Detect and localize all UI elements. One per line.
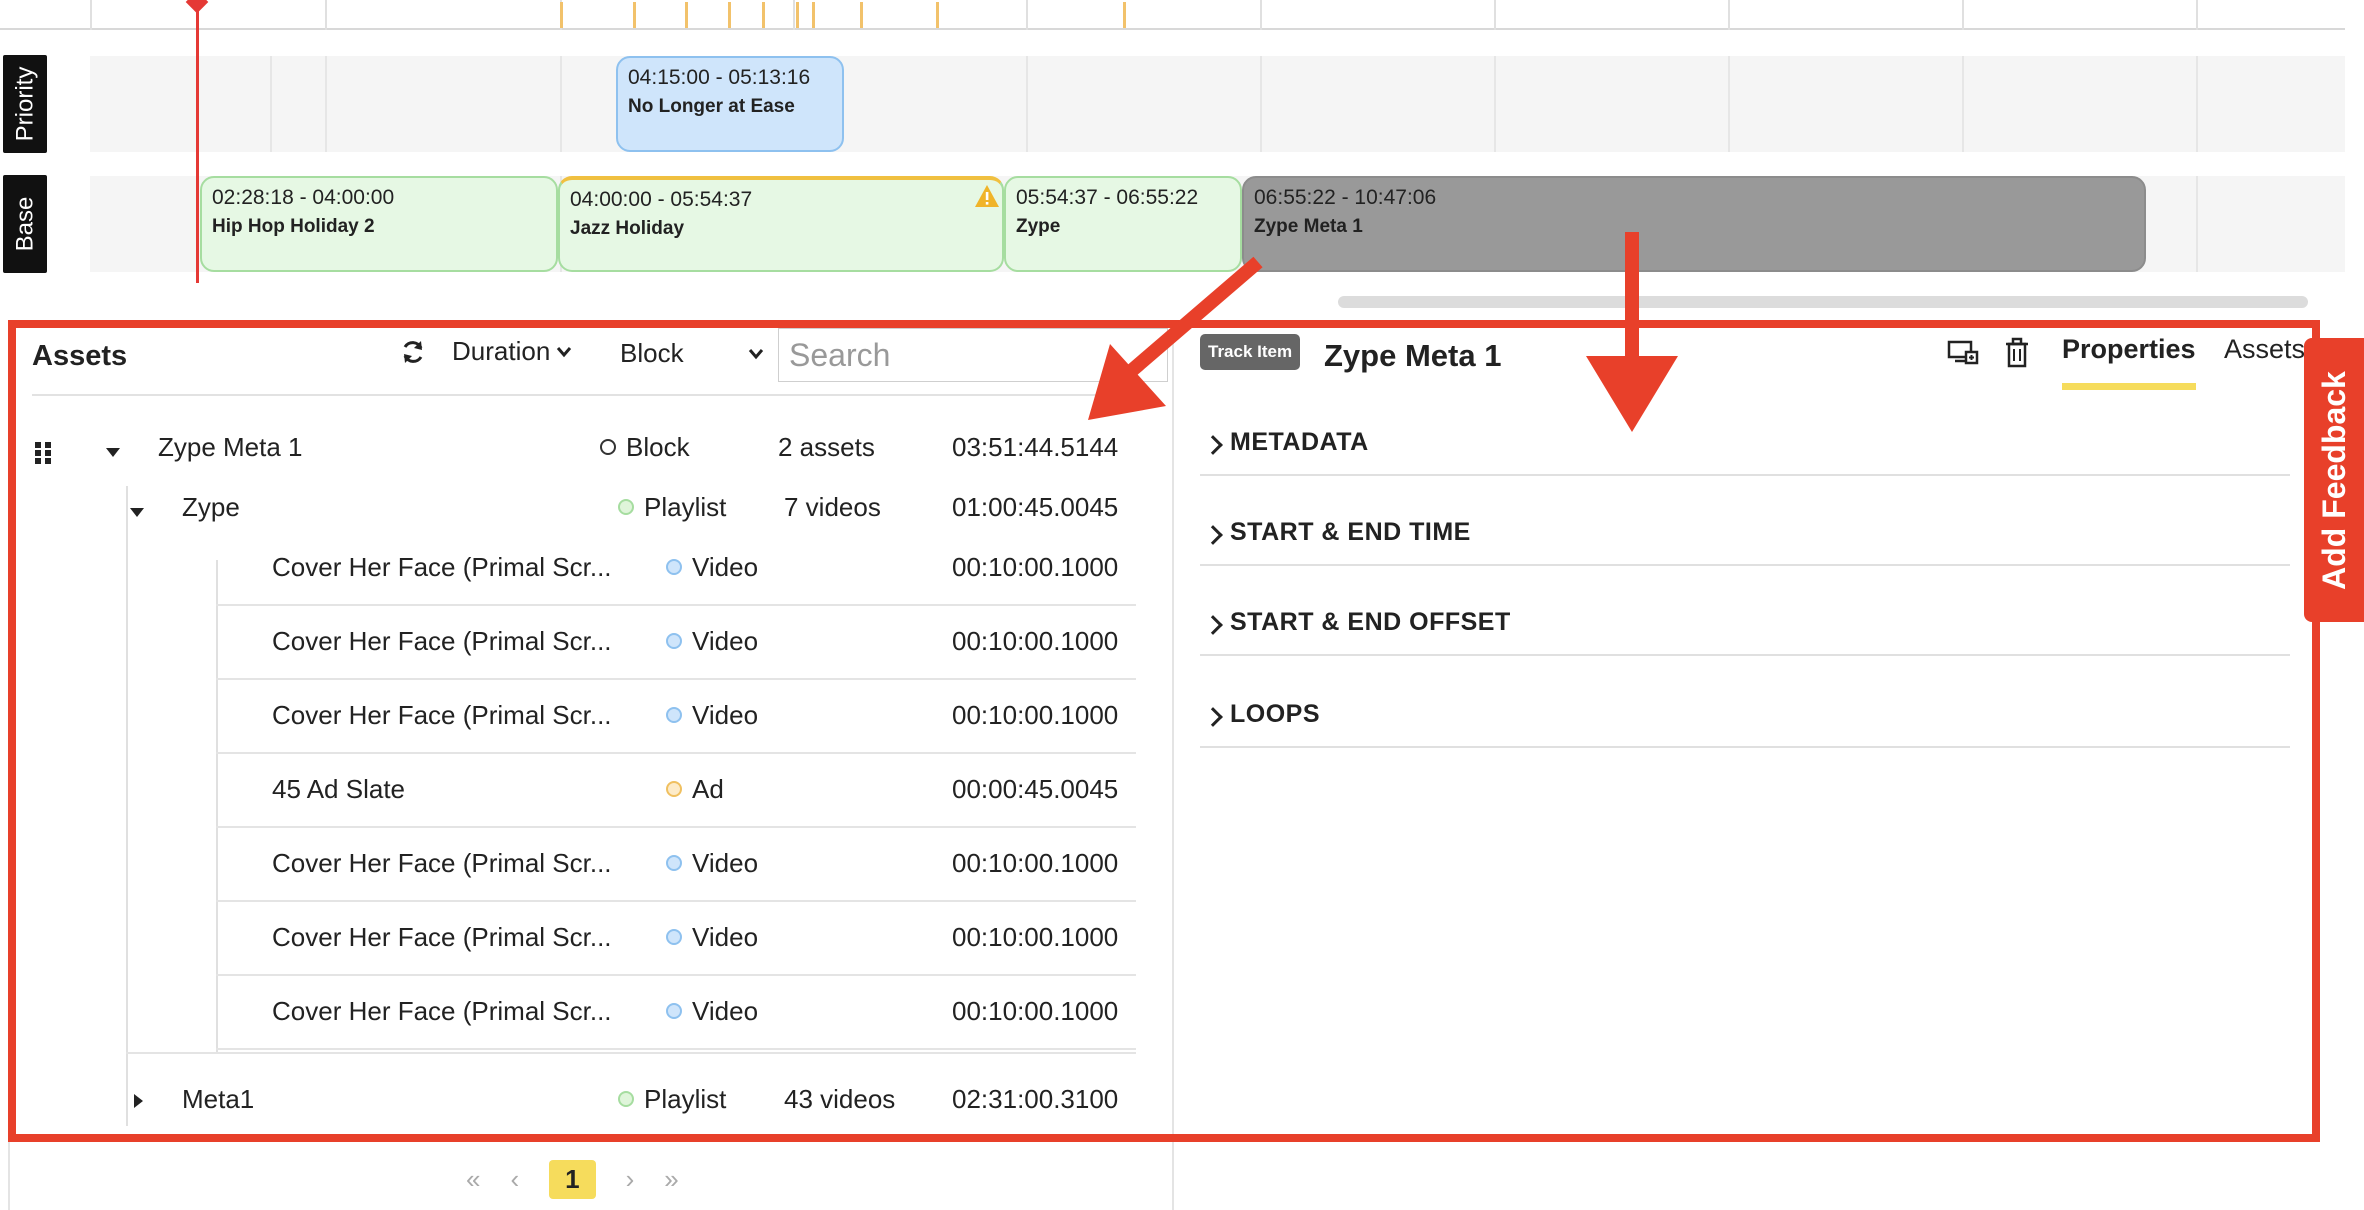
grid-line (2196, 176, 2198, 272)
grid-line (1260, 56, 1262, 152)
grid-line (1728, 56, 1730, 152)
ruler-tick (1494, 0, 1496, 30)
prev-page-button[interactable]: ‹ (510, 1164, 519, 1195)
grid-line (270, 56, 272, 152)
track-label-text: Base (11, 196, 39, 252)
timeline[interactable]: Priority Base 04:15:00 - 05:13:16 No Lon… (0, 0, 2364, 308)
ruler-tick (90, 0, 92, 30)
grid-line (560, 56, 562, 152)
timeline-ruler[interactable] (0, 0, 2345, 30)
track-label-priority: Priority (3, 55, 47, 153)
block-title: No Longer at Ease (628, 96, 795, 117)
pagination: « ‹ 1 › » (466, 1160, 679, 1199)
block-title: Zype (1016, 216, 1061, 237)
ruler-tick (793, 0, 795, 30)
ruler-tick (1962, 0, 1964, 30)
track-label-base: Base (3, 175, 47, 273)
block-time: 02:28:18 - 04:00:00 (212, 186, 395, 209)
grid-line (2196, 56, 2198, 152)
ad-marker (796, 2, 799, 28)
panel-edge (8, 1142, 10, 1210)
grid-line (1494, 56, 1496, 152)
grid-line (1026, 56, 1028, 152)
timeline-block-zype-meta-1[interactable]: 06:55:22 - 10:47:06 Zype Meta 1 (1242, 176, 2146, 272)
grid-line (325, 56, 327, 152)
ruler-tick (325, 0, 327, 30)
page-number-current[interactable]: 1 (549, 1160, 596, 1199)
block-title: Hip Hop Holiday 2 (212, 216, 375, 237)
block-time: 05:54:37 - 06:55:22 (1016, 186, 1199, 209)
ad-marker (1123, 2, 1126, 28)
ad-marker (685, 2, 688, 28)
ruler-tick (1728, 0, 1730, 30)
block-time: 06:55:22 - 10:47:06 (1254, 186, 1437, 209)
ad-marker (633, 2, 636, 28)
warning-icon (975, 185, 999, 207)
timeline-block-jazz-holiday[interactable]: 04:00:00 - 05:54:37 Jazz Holiday (558, 176, 1004, 272)
grid-line (1962, 56, 1964, 152)
timeline-block-zype[interactable]: 05:54:37 - 06:55:22 Zype (1004, 176, 1242, 272)
annotation-frame (8, 320, 2320, 1142)
ad-marker (860, 2, 863, 28)
add-feedback-label: Add Feedback (2315, 370, 2352, 590)
ad-marker (936, 2, 939, 28)
next-page-button[interactable]: › (626, 1164, 635, 1195)
timeline-block-no-longer-at-ease[interactable]: 04:15:00 - 05:13:16 No Longer at Ease (616, 56, 844, 152)
timeline-horizontal-scrollbar[interactable] (1338, 296, 2308, 308)
ad-marker (560, 2, 563, 28)
ad-marker (812, 2, 815, 28)
block-title: Jazz Holiday (570, 218, 685, 239)
ruler-tick (1026, 0, 1028, 30)
block-title: Zype Meta 1 (1254, 216, 1363, 237)
add-feedback-button[interactable]: Add Feedback (2304, 338, 2364, 622)
last-page-button[interactable]: » (664, 1164, 678, 1195)
ruler-tick (2196, 0, 2198, 30)
playhead[interactable] (196, 0, 199, 283)
priority-track-row[interactable] (90, 56, 2345, 152)
block-time: 04:15:00 - 05:13:16 (628, 66, 811, 89)
ad-marker (728, 2, 731, 28)
track-label-text: Priority (11, 66, 39, 142)
block-time: 04:00:00 - 05:54:37 (570, 188, 753, 211)
ruler-tick (1260, 0, 1262, 30)
timeline-block-hip-hop-holiday-2[interactable]: 02:28:18 - 04:00:00 Hip Hop Holiday 2 (200, 176, 558, 272)
first-page-button[interactable]: « (466, 1164, 480, 1195)
ad-marker (762, 2, 765, 28)
